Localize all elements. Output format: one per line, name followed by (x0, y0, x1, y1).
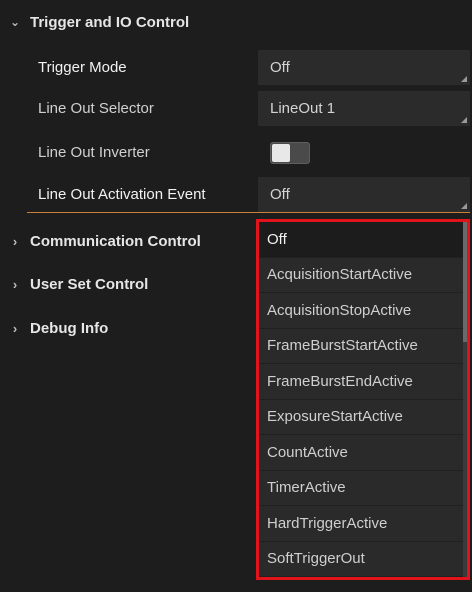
property-row-line-out-inverter: Line Out Inverter (0, 132, 472, 173)
section-title: User Set Control (30, 275, 149, 293)
toggle-knob (272, 143, 290, 162)
property-row-line-out-selector: Line Out Selector LineOut 1 (0, 88, 472, 129)
dropdown-option[interactable]: ExposureStartActive (259, 399, 467, 435)
chevron-right-icon: › (12, 320, 18, 336)
dropdown-option[interactable]: FrameBurstStartActive (259, 328, 467, 364)
property-label: Line Out Activation Event (38, 186, 206, 203)
line-out-inverter-toggle[interactable] (270, 141, 310, 164)
dropdown-option[interactable]: SoftTriggerOut (259, 541, 467, 577)
dropdown-option[interactable]: HardTriggerActive (259, 506, 467, 542)
section-user-set-control[interactable]: › User Set Control (0, 269, 255, 299)
select-value: Off (270, 186, 290, 203)
select-value: Off (270, 59, 290, 76)
dropdown-option[interactable]: AcquisitionStartActive (259, 257, 467, 293)
section-title: Communication Control (30, 232, 201, 250)
dropdown-option[interactable]: TimerActive (259, 470, 467, 506)
property-label: Trigger Mode (38, 59, 127, 76)
line-out-inverter-cell (258, 135, 470, 170)
section-debug-info[interactable]: › Debug Info (0, 313, 255, 343)
chevron-right-icon: › (12, 276, 18, 292)
property-label: Line Out Inverter (38, 144, 150, 161)
property-row-trigger-mode: Trigger Mode Off (0, 47, 472, 88)
property-panel: ⌄ Trigger and IO Control Trigger Mode Of… (0, 0, 472, 592)
dropdown-option[interactable]: AcquisitionStopActive (259, 293, 467, 329)
section-communication-control[interactable]: › Communication Control (0, 226, 255, 256)
chevron-right-icon: › (12, 233, 18, 249)
section-trigger-io-control[interactable]: ⌄ Trigger and IO Control (0, 5, 472, 39)
section-title: Trigger and IO Control (30, 13, 190, 31)
scrollbar-thumb[interactable] (463, 222, 467, 342)
dropdown-option[interactable]: FrameBurstEndActive (259, 364, 467, 400)
line-out-selector-select[interactable]: LineOut 1 (258, 91, 470, 126)
chevron-down-icon: ⌄ (9, 15, 21, 29)
select-value: LineOut 1 (270, 100, 336, 117)
property-row-line-out-activation-event: Line Out Activation Event Off (0, 174, 472, 215)
dropdown-option[interactable]: Off (259, 222, 467, 258)
property-label: Line Out Selector (38, 100, 154, 117)
resize-corner-icon (461, 76, 467, 82)
section-title: Debug Info (30, 319, 109, 337)
resize-corner-icon (461, 117, 467, 123)
line-out-activation-event-select[interactable]: Off (258, 177, 470, 212)
dropdown-option[interactable]: CountActive (259, 435, 467, 471)
trigger-mode-select[interactable]: Off (258, 50, 470, 85)
resize-corner-icon (461, 203, 467, 209)
activation-event-dropdown-list: Off AcquisitionStartActive AcquisitionSt… (256, 219, 470, 580)
active-row-underline (27, 212, 470, 213)
dropdown-scrollbar[interactable] (463, 222, 467, 577)
